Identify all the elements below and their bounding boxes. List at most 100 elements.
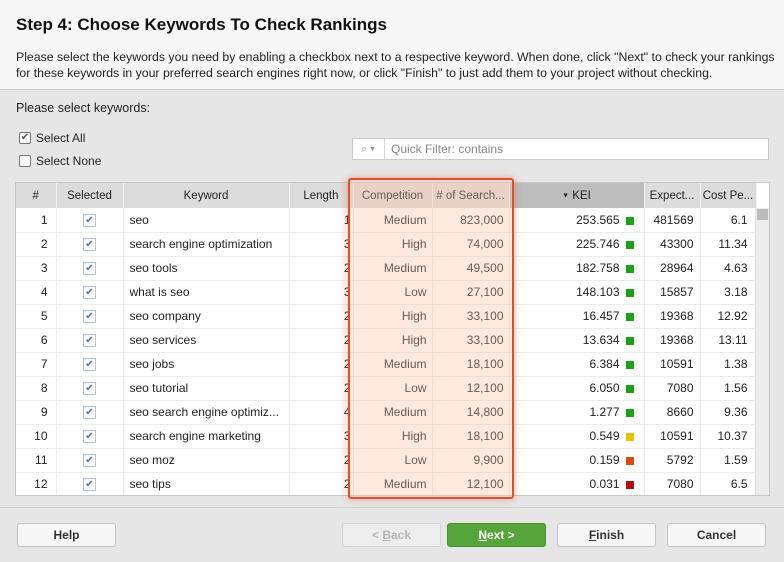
- column-header-expected[interactable]: Expect...: [644, 183, 701, 208]
- table-row[interactable]: 11 ✔ seo moz 2 Low 9,900 0.159 5792 1.59: [16, 448, 757, 473]
- page-title: Step 4: Choose Keywords To Check Ranking…: [16, 15, 387, 34]
- row-keyword: search engine optimization: [123, 232, 290, 257]
- quick-filter: ⌕ ▼: [352, 138, 769, 160]
- column-header-competition[interactable]: Competition: [353, 183, 433, 208]
- row-checkbox[interactable]: ✔: [83, 334, 96, 348]
- table-row[interactable]: 8 ✔ seo tutorial 2 Low 12,100 6.050 7080 1.56: [16, 376, 757, 401]
- row-searches: 33,100: [432, 304, 510, 329]
- row-keyword: seo tools: [123, 256, 290, 281]
- row-checkbox[interactable]: ✔: [83, 430, 96, 444]
- quick-filter-input[interactable]: [385, 139, 768, 159]
- column-header-cost[interactable]: Cost Pe...: [700, 183, 757, 208]
- row-kei: 16.457: [509, 304, 645, 329]
- select-all-label: Select All: [36, 131, 86, 145]
- row-checkbox[interactable]: ✔: [83, 406, 96, 420]
- footer-divider: [0, 507, 784, 508]
- scrollbar-thumb[interactable]: [757, 209, 768, 220]
- table-row[interactable]: 2 ✔ search engine optimization 3 High 74,000 2…: [16, 232, 757, 257]
- row-number: 7: [16, 352, 57, 377]
- kei-value: 225.746: [576, 237, 620, 251]
- column-header-selected[interactable]: Selected: [56, 183, 124, 208]
- row-competition: High: [353, 424, 433, 449]
- row-length: 2: [289, 376, 354, 401]
- row-cost: 10.37: [700, 424, 757, 449]
- row-searches: 49,500: [432, 256, 510, 281]
- row-cost: 3.18: [700, 280, 757, 305]
- row-checkbox[interactable]: ✔: [83, 478, 96, 492]
- caret-down-icon: ▼: [369, 145, 377, 153]
- kei-value: 1.277: [589, 405, 620, 419]
- row-keyword: seo search engine optimiz...: [123, 400, 290, 425]
- select-none-checkbox[interactable]: Select None: [19, 154, 101, 168]
- row-selected-checkbox: ✔: [56, 256, 124, 281]
- row-selected-checkbox: ✔: [56, 304, 124, 329]
- search-icon: ⌕: [360, 142, 368, 155]
- row-kei: 0.031: [509, 472, 645, 495]
- row-checkbox[interactable]: ✔: [83, 286, 96, 300]
- table-row[interactable]: 3 ✔ seo tools 2 Medium 49,500 182.758 28964 4.63: [16, 256, 757, 281]
- finish-button[interactable]: Finish: [557, 523, 656, 547]
- column-header-keyword[interactable]: Keyword: [123, 183, 290, 208]
- row-competition: Medium: [353, 352, 433, 377]
- filter-options-button[interactable]: ⌕ ▼: [353, 139, 385, 159]
- row-checkbox[interactable]: ✔: [83, 382, 96, 396]
- select-all-checkbox[interactable]: ✔ Select All: [19, 131, 85, 145]
- checkbox-checked-icon: ✔: [19, 132, 31, 144]
- column-header-number[interactable]: #: [16, 183, 57, 208]
- vertical-scrollbar[interactable]: [755, 208, 769, 495]
- row-expected: 28964: [644, 256, 701, 281]
- row-competition: Medium: [353, 472, 433, 495]
- kei-value: 16.457: [582, 309, 620, 323]
- row-number: 2: [16, 232, 57, 257]
- help-button[interactable]: Help: [17, 523, 116, 547]
- row-competition: Medium: [353, 400, 433, 425]
- kei-indicator-icon: [625, 336, 634, 345]
- row-keyword: seo: [123, 208, 290, 233]
- row-checkbox[interactable]: ✔: [83, 454, 96, 468]
- row-kei: 182.758: [509, 256, 645, 281]
- kei-indicator-icon: [625, 264, 634, 273]
- table-row[interactable]: 6 ✔ seo services 2 High 33,100 13.634 19368 13.1…: [16, 328, 757, 353]
- row-checkbox[interactable]: ✔: [83, 358, 96, 372]
- column-header-length[interactable]: Length: [289, 183, 354, 208]
- row-keyword: search engine marketing: [123, 424, 290, 449]
- table-row[interactable]: 12 ✔ seo tips 2 Medium 12,100 0.031 7080 6.5: [16, 472, 757, 495]
- row-expected: 5792: [644, 448, 701, 473]
- row-cost: 9.36: [700, 400, 757, 425]
- table-row[interactable]: 7 ✔ seo jobs 2 Medium 18,100 6.384 10591 1.38: [16, 352, 757, 377]
- kei-indicator-icon: [625, 384, 634, 393]
- table-row[interactable]: 9 ✔ seo search engine optimiz... 4 Medium 14,…: [16, 400, 757, 425]
- row-selected-checkbox: ✔: [56, 472, 124, 495]
- kei-indicator-icon: [625, 432, 634, 441]
- row-expected: 7080: [644, 472, 701, 495]
- kei-value: 0.031: [589, 477, 620, 491]
- row-selected-checkbox: ✔: [56, 424, 124, 449]
- kei-value: 182.758: [576, 261, 620, 275]
- cancel-button[interactable]: Cancel: [667, 523, 766, 547]
- table-row[interactable]: 4 ✔ what is seo 3 Low 27,100 148.103 15857 3.18: [16, 280, 757, 305]
- row-kei: 148.103: [509, 280, 645, 305]
- row-length: 2: [289, 448, 354, 473]
- row-checkbox[interactable]: ✔: [83, 213, 96, 227]
- row-competition: High: [353, 304, 433, 329]
- next-button[interactable]: Next >: [447, 523, 546, 547]
- row-checkbox[interactable]: ✔: [83, 310, 96, 324]
- row-selected-checkbox: ✔: [56, 352, 124, 377]
- row-searches: 18,100: [432, 352, 510, 377]
- back-button[interactable]: < Back: [342, 523, 441, 547]
- column-header-kei[interactable]: ▼ KEI: [509, 183, 645, 208]
- table-row[interactable]: 10 ✔ search engine marketing 3 High 18,100 0.5…: [16, 424, 757, 449]
- column-header-searches[interactable]: # of Search...: [432, 183, 510, 208]
- row-expected: 19368: [644, 328, 701, 353]
- row-checkbox[interactable]: ✔: [83, 262, 96, 276]
- row-cost: 11.34: [700, 232, 757, 257]
- row-length: 3: [289, 424, 354, 449]
- row-selected-checkbox: ✔: [56, 448, 124, 473]
- row-selected-checkbox: ✔: [56, 280, 124, 305]
- table-row[interactable]: 5 ✔ seo company 2 High 33,100 16.457 19368 12.92: [16, 304, 757, 329]
- row-checkbox[interactable]: ✔: [83, 238, 96, 252]
- row-keyword: seo services: [123, 328, 290, 353]
- kei-indicator-icon: [625, 480, 634, 489]
- row-competition: High: [353, 328, 433, 353]
- table-row[interactable]: 1 ✔ seo 1 Medium 823,000 253.565 481569 6.1: [16, 208, 757, 233]
